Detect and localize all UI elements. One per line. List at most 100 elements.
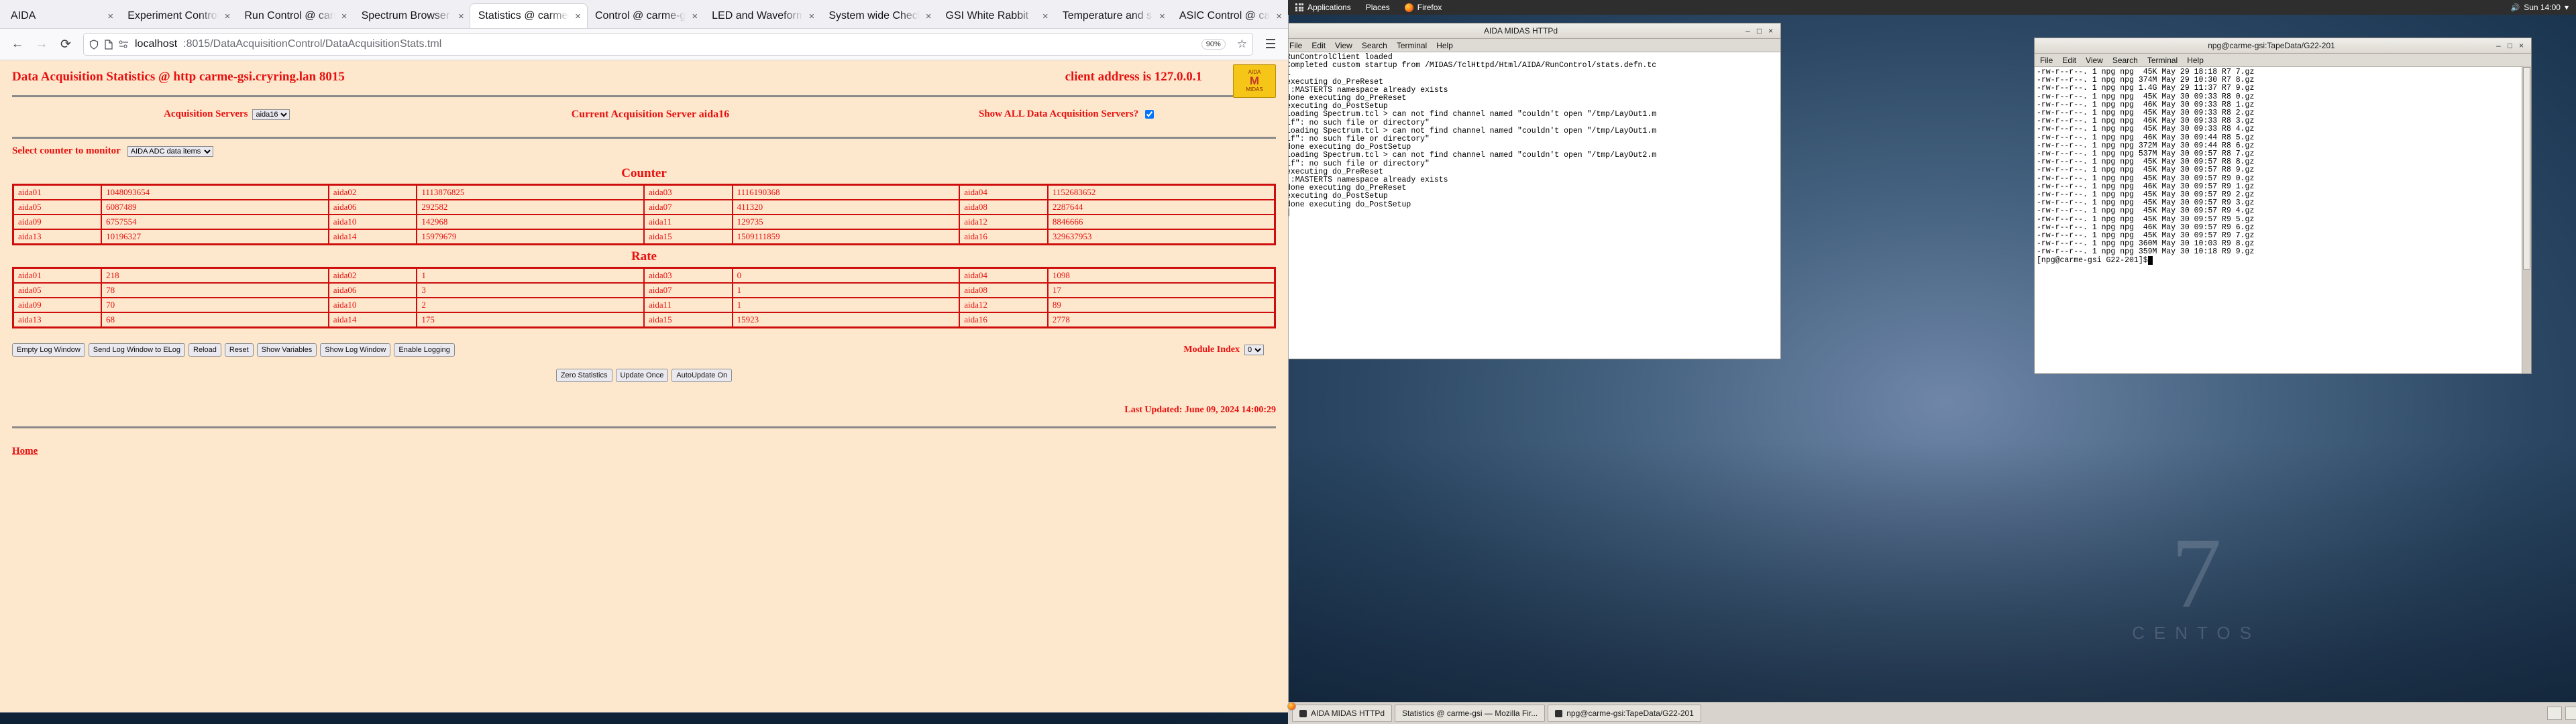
tab-label: System wide Check [828, 10, 920, 21]
menu-terminal[interactable]: Terminal [2147, 56, 2178, 65]
extensions-button[interactable]: ☰ [1258, 34, 1283, 55]
close-icon[interactable]: × [456, 10, 466, 23]
counter-select-row: Select counter to monitor AIDA ADC data … [12, 145, 1276, 157]
taskbar-item-tapedata[interactable]: npg@carme-gsi:TapeData/G22-201 [1548, 705, 1701, 722]
menu-edit[interactable]: Edit [1311, 41, 1326, 50]
close-icon[interactable]: × [690, 10, 700, 23]
browser-navigation-bar: ← → ⟳ localhost:8015/DataAcquisitionCont… [0, 29, 1288, 60]
show-variables-button[interactable]: Show Variables [256, 343, 317, 357]
cell-key: aida16 [959, 229, 1049, 245]
menu-file[interactable]: File [1289, 41, 1302, 50]
reload-button[interactable]: Reload [189, 343, 221, 357]
panel-places-menu[interactable]: Places [1358, 0, 1397, 15]
menu-file[interactable]: File [2040, 56, 2053, 65]
menu-terminal[interactable]: Terminal [1397, 41, 1427, 50]
tapedata-scrollbar[interactable] [2522, 66, 2531, 373]
zero-statistics-button[interactable]: Zero Statistics [555, 369, 612, 382]
panel-applications-menu[interactable]: Applications [1288, 0, 1358, 15]
scrollbar-thumb[interactable] [2523, 67, 2530, 269]
browser-tab-white-rabbit[interactable]: GSI White Rabbit × [938, 4, 1055, 28]
cell-value: 70 [101, 297, 329, 313]
menu-search[interactable]: Search [1362, 41, 1387, 50]
midas-terminal-output[interactable]: RunControlClient loaded Completed custom… [1284, 52, 1780, 359]
zoom-level-badge[interactable]: 90% [1201, 39, 1226, 50]
menu-view[interactable]: View [1335, 41, 1352, 50]
address-bar[interactable]: localhost:8015/DataAcquisitionControl/Da… [83, 33, 1253, 56]
browser-tab-control[interactable]: Control @ carme-g × [587, 4, 704, 28]
module-index-group: Module Index 0 [1183, 345, 1264, 355]
close-icon[interactable]: × [2516, 41, 2527, 50]
show-all-servers-checkbox[interactable] [1145, 110, 1155, 119]
close-icon[interactable]: × [924, 10, 934, 23]
panel-active-app[interactable]: Firefox [1397, 0, 1450, 15]
table-row: aida13 10196327 aida14 15979679 aida15 1… [12, 229, 1276, 245]
close-icon[interactable]: × [1274, 10, 1284, 23]
bookmark-star-icon[interactable]: ☆ [1237, 38, 1247, 51]
menu-help[interactable]: Help [2187, 56, 2204, 65]
send-log-to-elog-button[interactable]: Send Log Window to ELog [88, 343, 186, 357]
maximize-icon[interactable]: □ [1754, 26, 1765, 36]
browser-tab-spectrum-browser[interactable]: Spectrum Browser @ × [354, 4, 470, 28]
close-icon[interactable]: × [1765, 26, 1776, 36]
reset-button[interactable]: Reset [224, 343, 254, 357]
browser-tab-led-waveform[interactable]: LED and Waveform × [704, 4, 820, 28]
cell-key: aida08 [959, 282, 1049, 298]
cell-value: 6757554 [101, 214, 329, 230]
taskbar-item-label: Statistics @ carme-gsi — Mozilla Fir... [1402, 709, 1538, 718]
acquisition-servers-group: Acquisition Servers aida16 [12, 109, 442, 120]
reload-button[interactable]: ⟳ [54, 34, 78, 55]
workspace-2[interactable] [2565, 707, 2576, 720]
browser-tab-system-wide-check[interactable]: System wide Check × [820, 4, 937, 28]
minimize-icon[interactable]: – [2493, 41, 2504, 50]
workspace-1[interactable] [2547, 707, 2562, 720]
reader-view-icon[interactable] [119, 40, 129, 48]
taskbar-item-midas[interactable]: AIDA MIDAS HTTPd [1292, 705, 1393, 722]
close-icon[interactable]: × [105, 10, 115, 23]
cell-value: 15923 [731, 312, 961, 328]
cell-key: aida15 [643, 229, 733, 245]
autoupdate-button[interactable]: AutoUpdate On [672, 369, 733, 382]
empty-log-window-button[interactable]: Empty Log Window [12, 343, 85, 357]
panel-clock[interactable]: 🔊 Sun 14:00 ▾ [2504, 0, 2576, 15]
menu-search[interactable]: Search [2112, 56, 2138, 65]
select-counter-label: Select counter to monitor [12, 145, 121, 156]
midas-title-bar[interactable]: _ AIDA MIDAS HTTPd – □ × [1284, 23, 1780, 39]
cell-key: aida06 [327, 199, 418, 215]
chevron-down-icon: ▾ [2564, 3, 2569, 12]
browser-tab-run-control[interactable]: Run Control @ carme × [236, 4, 353, 28]
update-once-button[interactable]: Update Once [615, 369, 669, 382]
cell-value: 1 [731, 297, 961, 313]
menu-edit[interactable]: Edit [2062, 56, 2076, 65]
shield-icon[interactable] [89, 39, 99, 50]
counter-select[interactable]: AIDA ADC data items [127, 145, 213, 157]
menu-view[interactable]: View [2086, 56, 2103, 65]
close-icon[interactable]: × [807, 10, 817, 23]
close-icon[interactable]: × [1157, 10, 1167, 23]
enable-logging-button[interactable]: Enable Logging [394, 343, 455, 357]
tapedata-title-bar[interactable]: _ npg@carme-gsi:TapeData/G22-201 – □ × [2035, 38, 2531, 54]
terminal-icon [1555, 709, 1563, 717]
close-icon[interactable]: × [1040, 10, 1051, 23]
cell-key: aida15 [643, 312, 733, 328]
browser-tab-asic-control[interactable]: ASIC Control @ ca × [1171, 4, 1288, 28]
home-link[interactable]: Home [12, 446, 1276, 457]
tapedata-terminal-output[interactable]: -rw-r--r--. 1 npg npg 45K May 29 18:18 R… [2035, 67, 2531, 373]
module-index-select[interactable]: 0 [1244, 345, 1264, 355]
browser-tab-experiment-control[interactable]: Experiment Control @ × [119, 4, 236, 28]
menu-help[interactable]: Help [1436, 41, 1453, 50]
browser-tab-aida[interactable]: AIDA × [3, 4, 119, 28]
close-icon[interactable]: × [223, 10, 233, 23]
browser-tab-statistics[interactable]: Statistics @ carme- × [470, 4, 587, 28]
acquisition-servers-select[interactable]: aida16 [252, 109, 290, 120]
browser-tab-temperature[interactable]: Temperature and s × [1055, 4, 1171, 28]
forward-button[interactable]: → [30, 34, 54, 55]
centos-version-mark: 7 [2171, 517, 2222, 629]
maximize-icon[interactable]: □ [2504, 41, 2516, 50]
show-log-window-button[interactable]: Show Log Window [320, 343, 391, 357]
close-icon[interactable]: × [573, 10, 583, 23]
minimize-icon[interactable]: – [1742, 26, 1754, 36]
cell-value: 17 [1046, 282, 1276, 298]
taskbar-item-firefox[interactable]: Statistics @ carme-gsi — Mozilla Fir... [1288, 703, 1546, 722]
back-button[interactable]: ← [5, 34, 30, 55]
close-icon[interactable]: × [339, 10, 350, 23]
